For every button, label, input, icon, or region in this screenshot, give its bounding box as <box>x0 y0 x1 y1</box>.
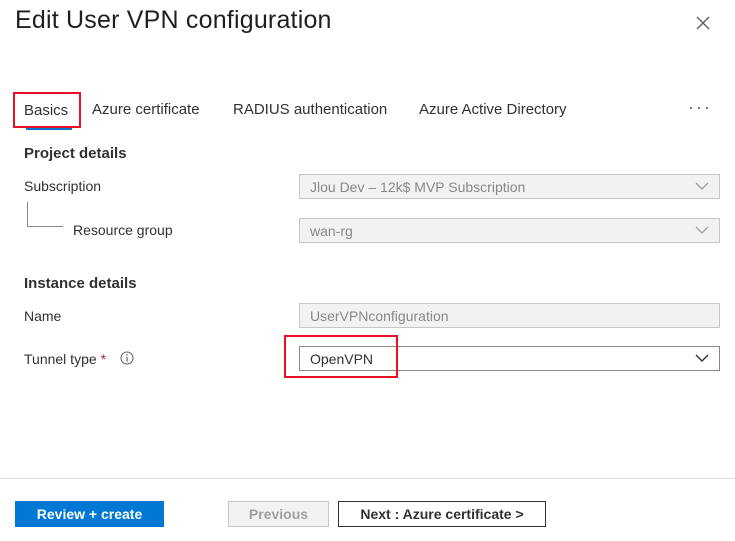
more-tabs-button[interactable]: ··· <box>688 97 712 118</box>
resource-group-label: Resource group <box>73 222 173 238</box>
tab-radius-authentication[interactable]: RADIUS authentication <box>233 101 387 118</box>
tab-azure-active-directory[interactable]: Azure Active Directory <box>419 101 567 118</box>
tab-azure-certificate[interactable]: Azure certificate <box>92 101 200 118</box>
tree-connector-vertical <box>27 202 28 226</box>
tunnel-type-label-text: Tunnel type <box>24 351 97 367</box>
tunnel-type-label: Tunnel type * <box>24 351 106 367</box>
tab-basics-label: Basics <box>24 102 69 119</box>
tunnel-type-highlight <box>284 335 398 378</box>
instance-details-heading: Instance details <box>24 275 137 292</box>
name-field[interactable]: UserVPNconfiguration <box>299 303 720 328</box>
review-create-button[interactable]: Review + create <box>15 501 164 527</box>
name-label: Name <box>24 308 62 324</box>
subscription-value: Jlou Dev – 12k$ MVP Subscription <box>310 179 526 195</box>
close-icon[interactable] <box>694 14 712 32</box>
chevron-down-icon <box>695 182 709 190</box>
chevron-down-icon <box>695 354 709 362</box>
tab-basics[interactable]: Basics <box>13 92 81 130</box>
subscription-label: Subscription <box>24 178 102 194</box>
page-title: Edit User VPN configuration <box>15 6 332 34</box>
project-details-heading: Project details <box>24 145 127 162</box>
chevron-down-icon <box>695 226 709 234</box>
required-marker: * <box>100 351 107 367</box>
footer-divider <box>0 478 735 479</box>
resource-group-value: wan-rg <box>310 223 353 239</box>
info-icon[interactable] <box>120 351 134 365</box>
tab-active-underline <box>26 128 72 130</box>
previous-button[interactable]: Previous <box>228 501 329 527</box>
next-button[interactable]: Next : Azure certificate > <box>338 501 546 527</box>
tree-connector-horizontal <box>27 226 63 227</box>
tab-bar: Basics Azure certificate RADIUS authenti… <box>0 92 735 130</box>
name-value: UserVPNconfiguration <box>310 308 449 324</box>
subscription-dropdown[interactable]: Jlou Dev – 12k$ MVP Subscription <box>299 174 720 199</box>
resource-group-dropdown[interactable]: wan-rg <box>299 218 720 243</box>
